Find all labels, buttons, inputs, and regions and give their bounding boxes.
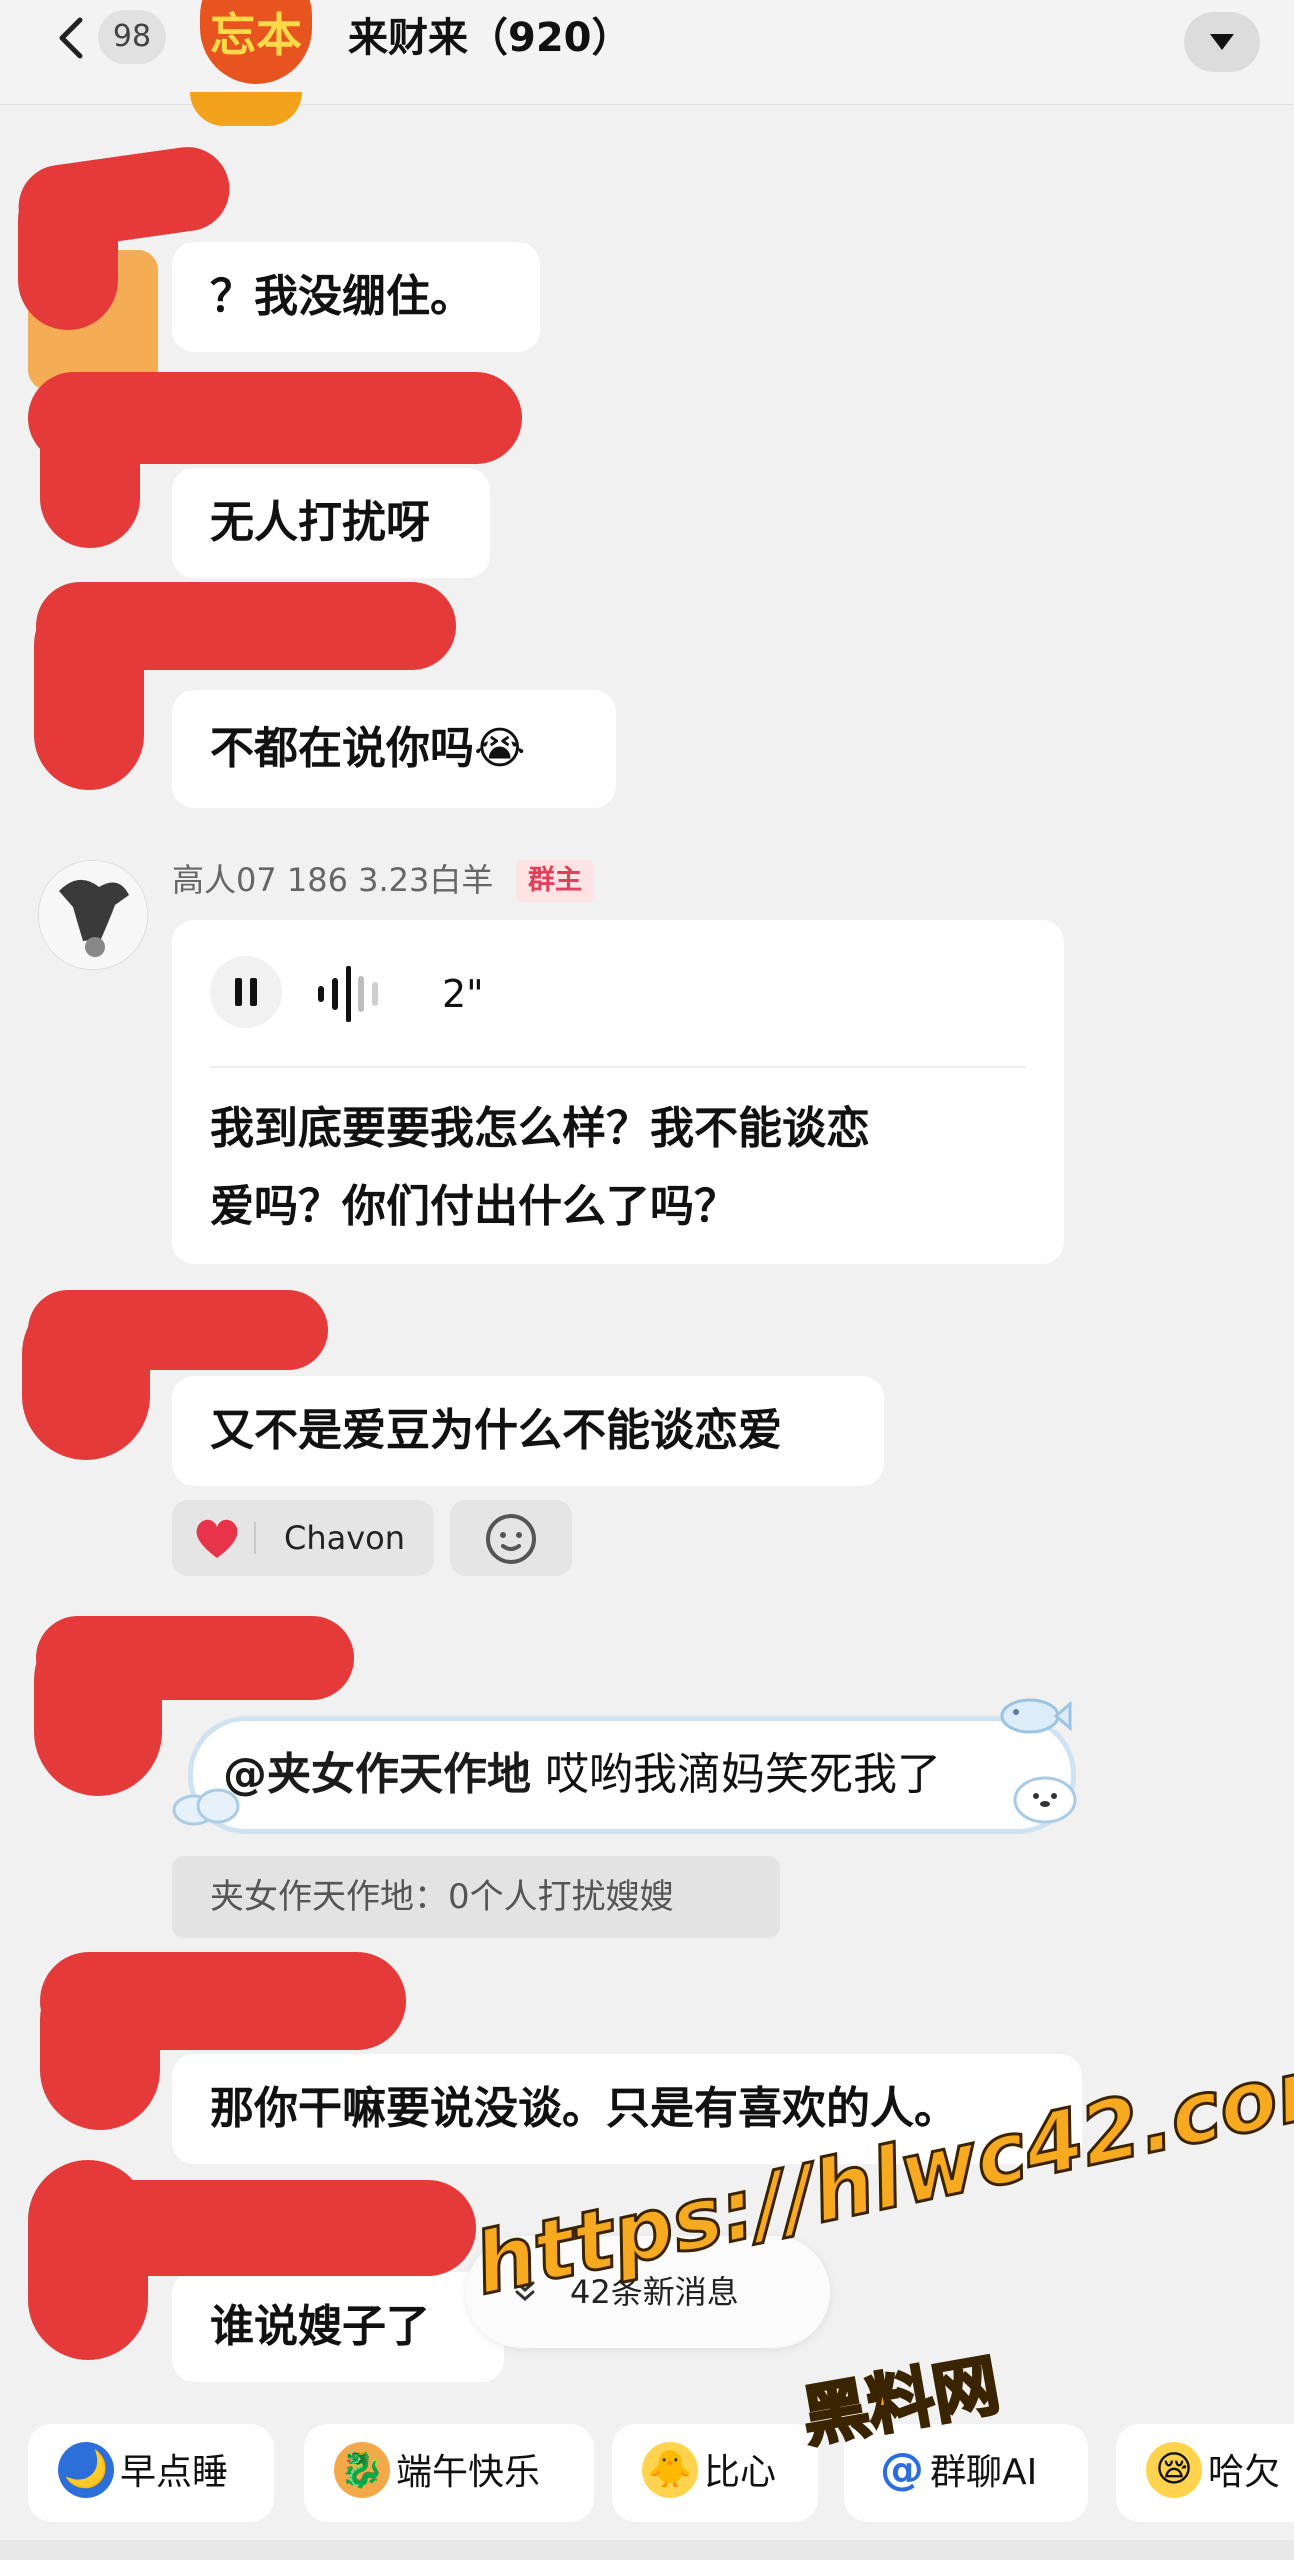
voice-message-bubble[interactable]: 2" 我到底要要我怎么样？我不能谈恋 爱吗？你们付出什么了吗？ (172, 920, 1064, 1264)
voice-duration: 2" (442, 972, 484, 1016)
yawn-icon: 😪 (1146, 2442, 1202, 2498)
divider (210, 1066, 1026, 1068)
message-text: 那你干嘛要说没谈。只是有喜欢的人。 (210, 2083, 958, 2134)
crying-laughing-icon: 😭 (474, 723, 526, 774)
group-avatar-decoration (190, 92, 302, 126)
quoted-message[interactable]: 夹女作天作地：0个人打扰嫂嫂 (172, 1856, 780, 1938)
quick-reply-chip[interactable]: 🐉 端午快乐 (304, 2424, 594, 2522)
message-bubble[interactable]: @夹女作天作地 哎哟我滴妈笑死我了 (188, 1716, 1076, 1834)
caret-down-icon (1210, 34, 1234, 50)
quick-reply-label: 早点睡 (120, 2452, 229, 2493)
chat-title[interactable]: 来财来（920） (348, 8, 632, 68)
message-text: ？我没绷住。 (210, 271, 474, 322)
avatar[interactable] (38, 860, 148, 970)
quick-reply-chip[interactable]: 🌙 早点睡 (28, 2424, 274, 2522)
transcript-line: 爱吗？你们付出什么了吗？ (210, 1181, 738, 1232)
avatar-image-icon (39, 861, 147, 969)
mention-link[interactable]: @夹女作天作地 (223, 1749, 531, 1800)
quick-reply-label: 哈欠 (1208, 2452, 1281, 2493)
input-area-edge (0, 2540, 1294, 2560)
quick-reply-chip[interactable]: 🐥 比心 (612, 2424, 818, 2522)
message-bubble[interactable]: 谁说嫂子了 (172, 2272, 504, 2382)
pause-icon (235, 978, 257, 1006)
redaction-mark (34, 1616, 162, 1796)
chat-header (0, 0, 1294, 105)
heart-icon (196, 1519, 238, 1558)
seal-decoration-icon (1013, 1776, 1077, 1824)
message-text: 又不是爱豆为什么不能谈恋爱 (210, 1405, 782, 1456)
moon-icon: 🌙 (58, 2442, 114, 2498)
message-bubble[interactable]: 又不是爱豆为什么不能谈恋爱 (172, 1376, 884, 1486)
quick-reply-chip[interactable]: 😪 哈欠 (1116, 2424, 1294, 2522)
cloud-decoration-icon (172, 1788, 240, 1826)
redaction-mark (18, 170, 118, 330)
smiley-icon (486, 1514, 536, 1564)
reaction-user: Chavon (284, 1519, 406, 1557)
transcript-line: 我到底要要我怎么样？我不能谈恋 (210, 1103, 870, 1154)
group-owner-badge: 群主 (516, 860, 594, 902)
redaction-mark (34, 590, 144, 790)
message-text: 无人打扰呀 (210, 497, 430, 548)
waveform-icon (316, 962, 426, 1026)
message-bubble[interactable]: ？我没绷住。 (172, 242, 540, 352)
message-text: 谁说嫂子了 (210, 2301, 430, 2352)
divider (254, 1522, 256, 1554)
message-bubble[interactable]: 不都在说你吗😭 (172, 690, 616, 808)
quick-reply-label: 比心 (704, 2452, 777, 2493)
reaction-chip[interactable]: Chavon (172, 1500, 434, 1576)
quick-reply-label: 端午快乐 (396, 2452, 541, 2493)
at-icon: @ (880, 2444, 924, 2495)
unread-count-badge[interactable]: 98 (98, 10, 166, 64)
chevron-left-icon (59, 17, 83, 59)
back-button[interactable] (52, 14, 92, 62)
sender-name[interactable]: 高人07 186 3.23白羊 (172, 856, 493, 904)
message-text: 哎哟我滴妈笑死我了 (531, 1749, 941, 1800)
fish-decoration-icon (1000, 1698, 1072, 1734)
redaction-mark (40, 380, 140, 548)
quick-reply-label: 群聊AI (930, 2452, 1038, 2493)
voice-transcript: 我到底要要我怎么样？我不能谈恋 爱吗？你们付出什么了吗？ (210, 1090, 1030, 1246)
dragon-icon: 🐉 (334, 2442, 390, 2498)
group-avatar-text: 忘本 (210, 8, 302, 62)
add-reaction-button[interactable] (450, 1500, 572, 1576)
message-text: 不都在说你吗 (210, 723, 474, 774)
pause-button[interactable] (210, 956, 282, 1028)
redaction-mark (28, 2160, 148, 2360)
message-bubble[interactable]: 无人打扰呀 (172, 468, 490, 578)
more-menu-button[interactable] (1184, 12, 1260, 72)
redaction-mark (22, 1290, 150, 1460)
redaction-mark (40, 1960, 160, 2130)
chick-heart-icon: 🐥 (642, 2442, 698, 2498)
